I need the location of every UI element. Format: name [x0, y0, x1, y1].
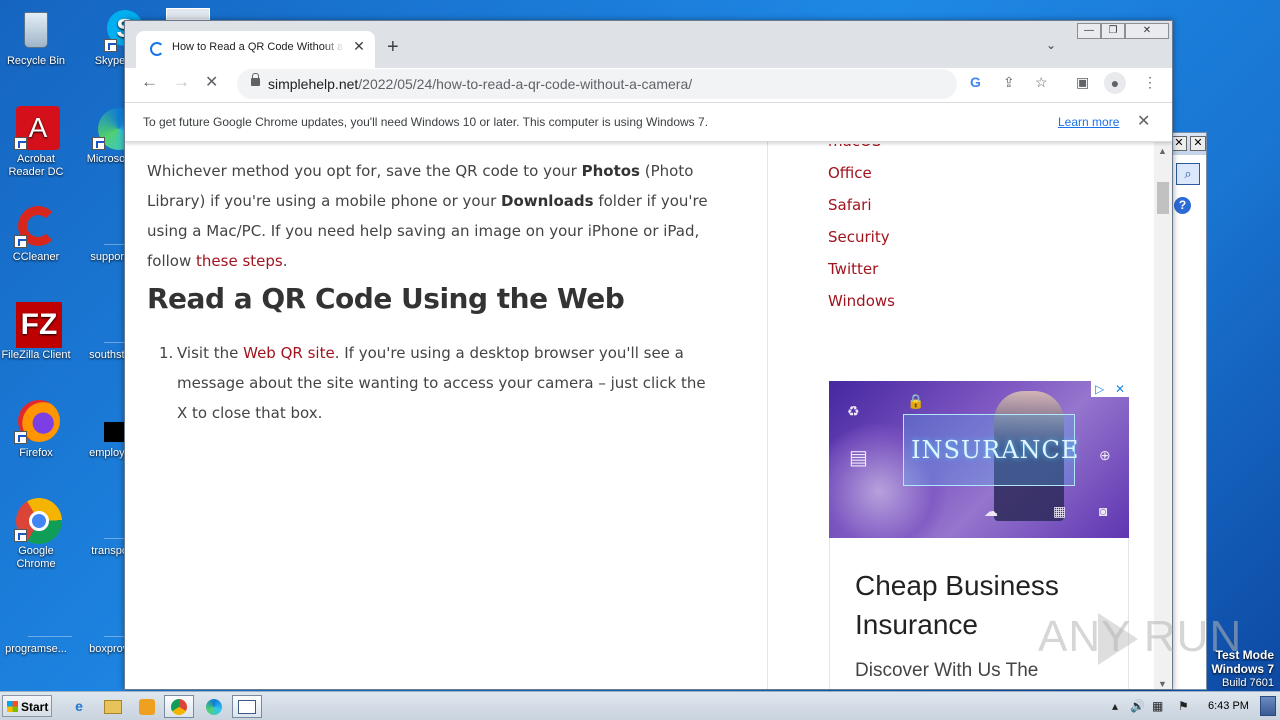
lock-icon — [251, 73, 260, 86]
ad-choices[interactable]: ▷ ✕ — [1091, 381, 1129, 397]
edge-taskbar-icon[interactable] — [199, 695, 229, 718]
start-button[interactable]: Start — [2, 695, 52, 717]
browser-window: How to Read a QR Code Without a Camera ✕… — [124, 20, 1173, 690]
lock-icon: 🔒 — [907, 393, 925, 409]
back-arrow-icon[interactable]: ← — [141, 72, 158, 92]
document-icon — [78, 302, 148, 346]
ad-image[interactable]: INSURANCE ♻ 🔒 ▤ ⊕ ☁ ▦ ◙ ▷ ✕ — [829, 381, 1129, 538]
sidebar-link-safari[interactable]: Safari — [828, 196, 872, 214]
sidebar-link-security[interactable]: Security — [828, 228, 890, 246]
tab-title: How to Read a QR Code Without a Camera — [172, 41, 344, 53]
action-center-flag-icon[interactable]: ⚑ — [1178, 699, 1189, 713]
app-window-taskbar-icon[interactable] — [232, 695, 262, 718]
chrome-taskbar-icon[interactable] — [164, 695, 194, 718]
scroll-up-icon[interactable]: ▲ — [1158, 146, 1167, 156]
window-close-button[interactable]: ✕ — [1125, 23, 1169, 39]
cloud-icon: ☁ — [984, 503, 998, 519]
document-icon — [14, 596, 72, 640]
sidebar-link-twitter[interactable]: Twitter — [828, 260, 878, 278]
forward-arrow-icon[interactable]: → — [173, 72, 190, 92]
acrobat-icon: A — [14, 106, 60, 150]
ad-close-icon[interactable]: ✕ — [1115, 381, 1125, 397]
ad-subline: Discover With Us The — [855, 660, 1039, 681]
test-mode-label: Test Mode Windows 7 Build 7601 — [1211, 648, 1274, 689]
document-icon — [78, 498, 148, 542]
edge-icon — [76, 106, 140, 150]
media-player-icon[interactable] — [132, 695, 162, 718]
these-steps-link[interactable]: these steps — [196, 252, 283, 270]
address-bar[interactable]: simplehelp.net/2022/05/24/how-to-read-a-… — [237, 69, 1048, 99]
learn-more-link[interactable]: Learn more — [1058, 115, 1119, 129]
sidebar-link-office[interactable]: Office — [828, 164, 872, 182]
new-tab-button[interactable]: + — [387, 36, 399, 59]
menu-kebab-icon[interactable]: ⋮ — [1143, 74, 1157, 91]
sidebar-divider — [767, 142, 768, 689]
recycle-icon: ♻ — [847, 403, 860, 419]
tab-search-chevron-icon[interactable]: ⌄ — [1046, 38, 1056, 52]
document-icon — [78, 596, 148, 640]
recycle-bin-icon — [14, 8, 58, 52]
url-text[interactable]: simplehelp.net/2022/05/24/how-to-read-a-… — [268, 76, 692, 92]
tab-strip: How to Read a QR Code Without a Camera ✕… — [125, 21, 1172, 68]
camera-icon: ◙ — [1099, 503, 1108, 519]
scroll-down-icon[interactable]: ▼ — [1158, 679, 1167, 689]
document-icon: ▤ — [849, 447, 868, 469]
list-item: 1. Visit the Web QR site. If you're usin… — [159, 344, 706, 422]
desktop-icon-recycle-bin[interactable]: Recycle Bin — [0, 8, 74, 68]
network-icon[interactable]: ▦ — [1152, 699, 1163, 713]
update-infobar: To get future Google Chrome updates, you… — [125, 102, 1172, 142]
internet-explorer-icon[interactable]: e — [64, 695, 94, 718]
section-heading: Read a QR Code Using the Web — [147, 282, 625, 315]
google-translate-icon[interactable]: G — [970, 74, 981, 90]
ad-choices-icon[interactable]: ▷ — [1095, 381, 1104, 397]
tab-active[interactable]: How to Read a QR Code Without a Camera ✕ — [136, 31, 375, 68]
chart-icon: ▦ — [1053, 503, 1067, 519]
toolbar: ← → ✕ simplehelp.net/2022/05/24/how-to-r… — [125, 68, 1172, 101]
tab-close-icon[interactable]: ✕ — [351, 38, 367, 54]
bookmark-star-icon[interactable]: ☆ — [1035, 74, 1048, 91]
share-icon[interactable]: ⇪ — [1003, 74, 1015, 91]
magnifier-icon: ⊕ — [1099, 447, 1111, 463]
clock[interactable]: 6:43 PM — [1208, 700, 1249, 712]
sidebar-link-windows[interactable]: Windows — [828, 292, 895, 310]
filezilla-icon: FZ — [14, 302, 62, 348]
stop-loading-icon[interactable]: ✕ — [205, 72, 218, 92]
document-icon — [166, 8, 210, 20]
search-icon[interactable]: ⌕ — [1176, 163, 1200, 185]
infobar-close-icon[interactable]: ✕ — [1137, 111, 1150, 131]
windows-logo-icon — [7, 701, 18, 712]
close-icon[interactable]: ✕ — [1171, 136, 1187, 151]
side-panel-icon[interactable]: ▣ — [1076, 74, 1089, 91]
show-desktop-button[interactable] — [1260, 696, 1276, 716]
scrollbar-thumb[interactable] — [1157, 182, 1169, 214]
close-icon[interactable]: ✕ — [1190, 136, 1206, 151]
show-hidden-icons-icon[interactable]: ▴ — [1112, 699, 1118, 713]
chrome-icon — [14, 498, 62, 544]
web-page: Whichever method you opt for, save the Q… — [125, 102, 1172, 689]
loading-spinner-icon — [150, 42, 164, 56]
help-icon[interactable]: ? — [1174, 197, 1191, 214]
volume-icon[interactable]: 🔊 — [1130, 699, 1145, 713]
document-icon — [78, 400, 140, 444]
ad-banner-text: INSURANCE — [911, 436, 1080, 464]
page-scrollbar[interactable]: ▲ ▼ — [1154, 142, 1172, 689]
maximize-button[interactable]: ❐ — [1101, 23, 1125, 39]
article-paragraph: Whichever method you opt for, save the Q… — [147, 162, 708, 270]
firefox-icon — [14, 400, 60, 444]
taskbar: Start e ▴ 🔊 ▦ ⚑ 6:43 PM — [0, 691, 1280, 720]
ccleaner-icon — [14, 204, 58, 248]
minimize-button[interactable]: — — [1077, 23, 1101, 39]
document-icon — [78, 204, 148, 248]
profile-avatar-icon[interactable]: ● — [1104, 72, 1126, 94]
folder-icon[interactable] — [98, 695, 128, 718]
web-qr-site-link[interactable]: Web QR site — [243, 344, 335, 362]
